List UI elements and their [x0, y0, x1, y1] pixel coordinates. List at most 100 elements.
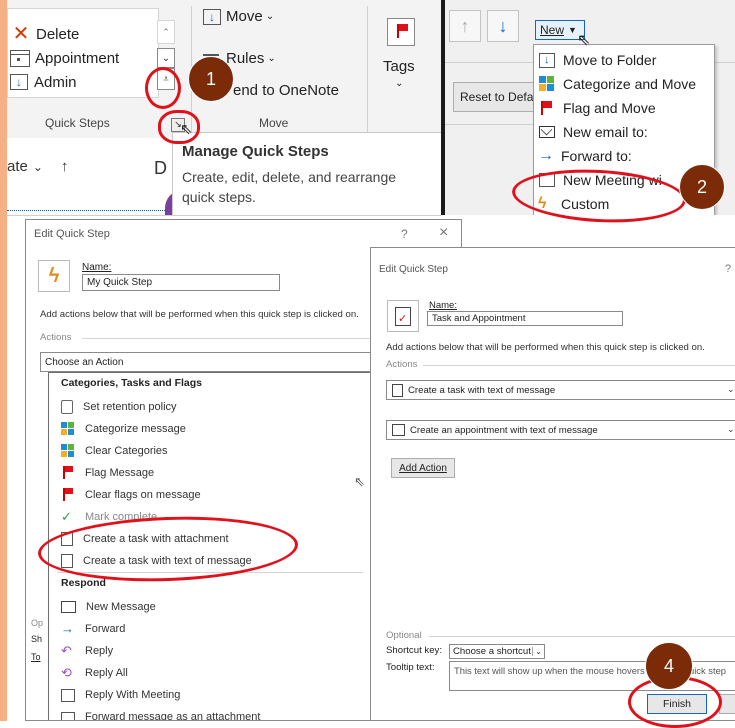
action-label: Reply With Meeting	[85, 689, 181, 701]
tooltip-body-line-1: Create, edit, delete, and rearrange	[182, 169, 397, 185]
menu-item-categorize-and-move[interactable]: Categorize and Move	[534, 73, 714, 95]
quick-step-label: Appointment	[35, 49, 120, 67]
action-reply-all[interactable]: ⟲ Reply All	[49, 662, 371, 684]
quick-step-admin[interactable]: ↓ Admin	[10, 71, 155, 93]
gallery-scroll-down-button[interactable]: ⌄	[157, 48, 175, 68]
menu-item-label: Categorize and Move	[563, 76, 697, 92]
action-label: Forward	[85, 623, 126, 635]
help-button[interactable]: ?	[401, 227, 408, 241]
quick-step-delete[interactable]: ✕ Delete	[10, 23, 155, 45]
lightning-icon: ϟ	[48, 264, 60, 287]
action-categorize-message[interactable]: Categorize message	[49, 418, 371, 440]
action-flag-message[interactable]: Flag Message	[49, 462, 371, 484]
action-reply[interactable]: ↶ Reply	[49, 640, 371, 662]
move-button[interactable]: ↓ Move ⌄	[203, 8, 274, 25]
from-initial: D	[154, 158, 167, 178]
step-badge-2: 2	[679, 164, 725, 210]
action-set-retention-policy[interactable]: Set retention policy	[49, 396, 371, 418]
action-label: Reply	[85, 645, 114, 657]
forward-arrow-icon: →	[538, 147, 554, 164]
sort-by-date-button[interactable]: ate ⌄ ↑	[7, 158, 68, 175]
mouse-cursor-icon: ⇖	[354, 474, 365, 489]
delete-x-icon: ✕	[12, 23, 30, 45]
quick-step-icon-box[interactable]: ✓	[387, 300, 419, 332]
gallery-scroll-up-button[interactable]: ⌃	[157, 20, 175, 44]
action-clear-categories[interactable]: Clear Categories	[49, 440, 371, 462]
appointment-icon	[392, 424, 405, 436]
action-clear-flags[interactable]: Clear flags on message	[49, 484, 371, 506]
name-field[interactable]: Task and Appointment	[427, 311, 623, 326]
new-label: New	[540, 23, 565, 37]
mail-icon	[539, 123, 555, 138]
dialog-title: Edit Quick Step	[379, 264, 448, 275]
move-up-button[interactable]: ↑	[449, 10, 481, 42]
action-1-dropdown[interactable]: Create a task with text of message	[386, 380, 735, 400]
tags-button[interactable]: Tags ⌄	[379, 12, 423, 100]
chevron-down-icon: ⌄	[265, 11, 275, 22]
menu-item-move-to-folder[interactable]: ↓ Move to Folder	[534, 49, 714, 71]
mouse-cursor-icon: ⇖	[577, 32, 591, 49]
reset-label: Reset to Defa	[460, 90, 534, 104]
meeting-icon	[61, 688, 75, 702]
retention-icon	[61, 400, 73, 414]
shortcut-key-label: Shortcut key:	[386, 645, 442, 656]
menu-item-forward-to[interactable]: → Forward to:	[534, 145, 714, 167]
action-1-label: Create a task with text of message	[408, 384, 556, 396]
chevron-down-icon: ⌄	[267, 53, 276, 64]
chevron-down-icon: ⌄	[532, 647, 542, 656]
action-label: Categorize message	[85, 423, 186, 435]
flag-icon	[61, 488, 75, 502]
reply-icon: ↶	[61, 643, 72, 658]
close-button[interactable]: ×	[439, 224, 448, 242]
action-forward-as-attachment[interactable]: Forward message as an attachment	[49, 706, 371, 721]
onenote-label: end to OneNote	[233, 82, 339, 99]
manage-quick-steps-tooltip: Manage Quick Steps Create, edit, delete,…	[172, 132, 441, 215]
rules-label: Rules	[226, 50, 265, 67]
reset-to-defaults-button[interactable]: Reset to Defa	[453, 82, 543, 112]
action-label: Reply All	[85, 667, 128, 679]
move-down-button[interactable]: ↓	[487, 10, 519, 42]
send-to-onenote-button[interactable]: end to OneNote	[233, 82, 339, 99]
shortcut-key-dropdown[interactable]: Choose a shortcut ⌄	[449, 644, 545, 659]
tooltip-body-line-2: quick steps.	[182, 189, 256, 205]
action-label: Forward message as an attachment	[85, 711, 261, 721]
action-2-dropdown[interactable]: Create an appointment with text of messa…	[386, 420, 735, 440]
dialog-title: Edit Quick Step	[34, 228, 110, 240]
menu-item-label: Flag and Move	[563, 100, 656, 116]
name-label: Name:	[429, 300, 457, 311]
quick-steps-gallery: ✕ Delete Appointment ↓ Admin	[7, 8, 159, 98]
menu-item-label: New email to:	[563, 124, 648, 140]
checkmark-icon: ✓	[61, 509, 72, 524]
tooltip-text-label: Tooltip text:	[386, 662, 435, 673]
quick-step-icon-box[interactable]: ϟ	[38, 260, 70, 292]
help-button[interactable]: ?	[725, 263, 731, 275]
add-action-button[interactable]: Add Action	[391, 458, 455, 478]
move-label: Move	[226, 8, 263, 25]
action-label: New Message	[86, 601, 156, 613]
name-field[interactable]: My Quick Step	[82, 274, 280, 291]
quick-step-appointment[interactable]: Appointment	[10, 47, 155, 69]
action-label: Clear Categories	[85, 445, 168, 457]
menu-item-flag-and-move[interactable]: Flag and Move	[534, 97, 714, 119]
instruction-text: Add actions below that will be performed…	[40, 309, 359, 320]
move-group-label: Move	[259, 116, 289, 130]
actions-label: Actions	[386, 359, 418, 370]
action-new-message[interactable]: New Message	[49, 596, 371, 618]
task-clipboard-icon: ✓	[395, 306, 411, 326]
move-to-folder-icon: ↓	[203, 8, 221, 25]
menu-item-label: Move to Folder	[563, 52, 657, 68]
action-forward[interactable]: → Forward	[49, 618, 371, 640]
highlight-dialog-launcher	[158, 110, 200, 144]
action-label: Flag Message	[85, 467, 155, 479]
actions-label: Actions	[40, 332, 72, 343]
actions-divider	[423, 365, 735, 366]
optional-label-cut: Op	[31, 618, 44, 628]
move-to-folder-icon: ↓	[10, 74, 28, 90]
list-blue-dotted-line	[7, 210, 177, 211]
tooltip-title: Manage Quick Steps	[182, 143, 329, 160]
action-reply-with-meeting[interactable]: Reply With Meeting	[49, 684, 371, 706]
menu-item-new-email-to[interactable]: New email to:	[534, 121, 714, 143]
caret-down-icon: ▼	[568, 25, 577, 35]
instruction-text: Add actions below that will be performed…	[386, 342, 705, 353]
tags-label: Tags	[383, 58, 415, 75]
